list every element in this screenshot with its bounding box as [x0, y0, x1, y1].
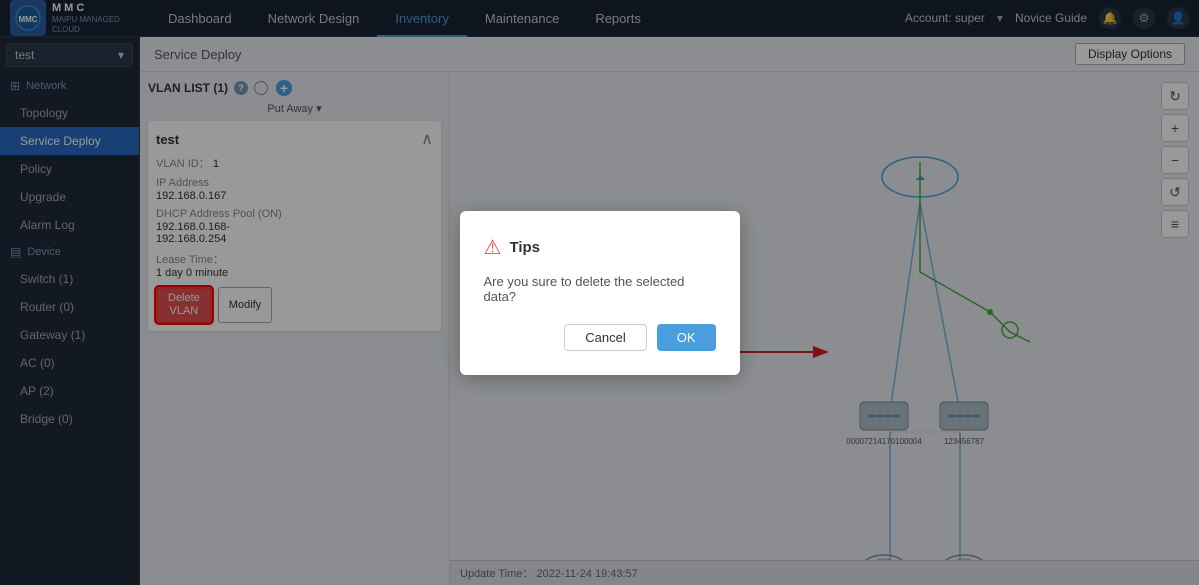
modal-title-row: ⚠ Tips — [484, 235, 716, 260]
modal-dialog: ⚠ Tips Are you sure to delete the select… — [460, 211, 740, 375]
modal-overlay: ⚠ Tips Are you sure to delete the select… — [0, 0, 1199, 585]
modal-body: Are you sure to delete the selected data… — [484, 274, 716, 304]
modal-ok-button[interactable]: OK — [657, 324, 716, 351]
modal-title: Tips — [509, 239, 540, 256]
warning-icon: ⚠ — [484, 235, 502, 260]
modal-buttons: Cancel OK — [484, 324, 716, 351]
modal-cancel-button[interactable]: Cancel — [564, 324, 646, 351]
